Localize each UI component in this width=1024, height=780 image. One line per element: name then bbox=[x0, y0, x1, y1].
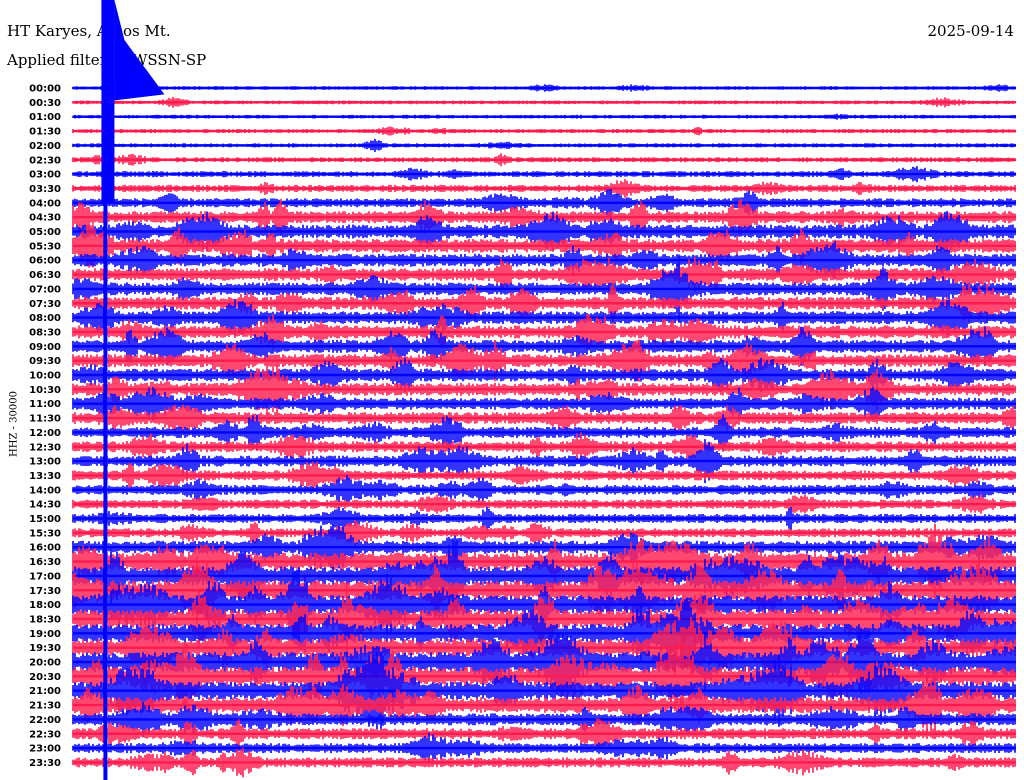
row-time-label: 19:00 bbox=[29, 629, 61, 640]
row-time-label: 00:00 bbox=[29, 84, 61, 95]
earthquake-coda bbox=[114, 0, 165, 101]
row-time-label: 22:00 bbox=[29, 715, 61, 726]
row-time-label: 04:30 bbox=[29, 213, 61, 224]
row-time-label: 02:00 bbox=[29, 141, 61, 152]
row-time-label: 06:00 bbox=[29, 256, 61, 267]
row-time-label: 04:00 bbox=[29, 198, 61, 209]
row-time-label: 00:30 bbox=[29, 98, 61, 109]
row-time-label: 08:00 bbox=[29, 313, 61, 324]
row-time-label: 01:00 bbox=[29, 112, 61, 123]
row-time-label: 10:00 bbox=[29, 371, 61, 382]
row-time-label: 19:30 bbox=[29, 643, 61, 654]
row-time-label: 20:30 bbox=[29, 672, 61, 683]
row-time-label: 22:30 bbox=[29, 729, 61, 740]
row-time-label: 14:00 bbox=[29, 485, 61, 496]
row-time-label: 16:00 bbox=[29, 543, 61, 554]
row-time-label: 18:30 bbox=[29, 614, 61, 625]
earthquake-streak bbox=[103, 102, 108, 780]
row-time-label: 14:30 bbox=[29, 500, 61, 511]
row-time-label: 09:30 bbox=[29, 356, 61, 367]
row-time-label: 23:00 bbox=[29, 744, 61, 755]
row-time-label: 03:30 bbox=[29, 184, 61, 195]
row-time-label: 17:30 bbox=[29, 586, 61, 597]
row-time-label: 17:00 bbox=[29, 571, 61, 582]
row-time-label: 18:00 bbox=[29, 600, 61, 611]
row-time-label: 10:30 bbox=[29, 385, 61, 396]
row-time-label: 12:00 bbox=[29, 428, 61, 439]
row-time-label: 21:00 bbox=[29, 686, 61, 697]
row-time-label: 03:00 bbox=[29, 170, 61, 181]
row-time-label: 05:00 bbox=[29, 227, 61, 238]
row-time-label: 13:00 bbox=[29, 457, 61, 468]
row-time-label: 16:30 bbox=[29, 557, 61, 568]
helicorder-plot: 00:00 00:30 01:00 01:30 02:00 02:30 03:00 03:30… bbox=[29, 0, 1016, 780]
row-time-label: 20:00 bbox=[29, 658, 61, 669]
row-time-label: 07:30 bbox=[29, 299, 61, 310]
row-time-label: 12:30 bbox=[29, 442, 61, 453]
row-time-label: 11:00 bbox=[29, 399, 61, 410]
row-time-label: 13:30 bbox=[29, 471, 61, 482]
row-time-label: 11:30 bbox=[29, 414, 61, 425]
seismogram-page: HT Karyes, Athos Mt. Applied filter: WWS… bbox=[0, 0, 1024, 780]
row-time-label: 15:00 bbox=[29, 514, 61, 525]
row-time-label: 21:30 bbox=[29, 701, 61, 712]
row-time-label: 06:30 bbox=[29, 270, 61, 281]
row-time-label: 02:30 bbox=[29, 155, 61, 166]
row-time-label: 05:30 bbox=[29, 241, 61, 252]
row-time-label: 07:00 bbox=[29, 284, 61, 295]
row-time-label: 15:30 bbox=[29, 528, 61, 539]
row-time-label: 01:30 bbox=[29, 127, 61, 138]
earthquake-spike bbox=[101, 0, 115, 203]
row-time-label: 08:30 bbox=[29, 327, 61, 338]
row-time-label: 23:30 bbox=[29, 758, 61, 769]
row-time-label: 09:00 bbox=[29, 342, 61, 353]
